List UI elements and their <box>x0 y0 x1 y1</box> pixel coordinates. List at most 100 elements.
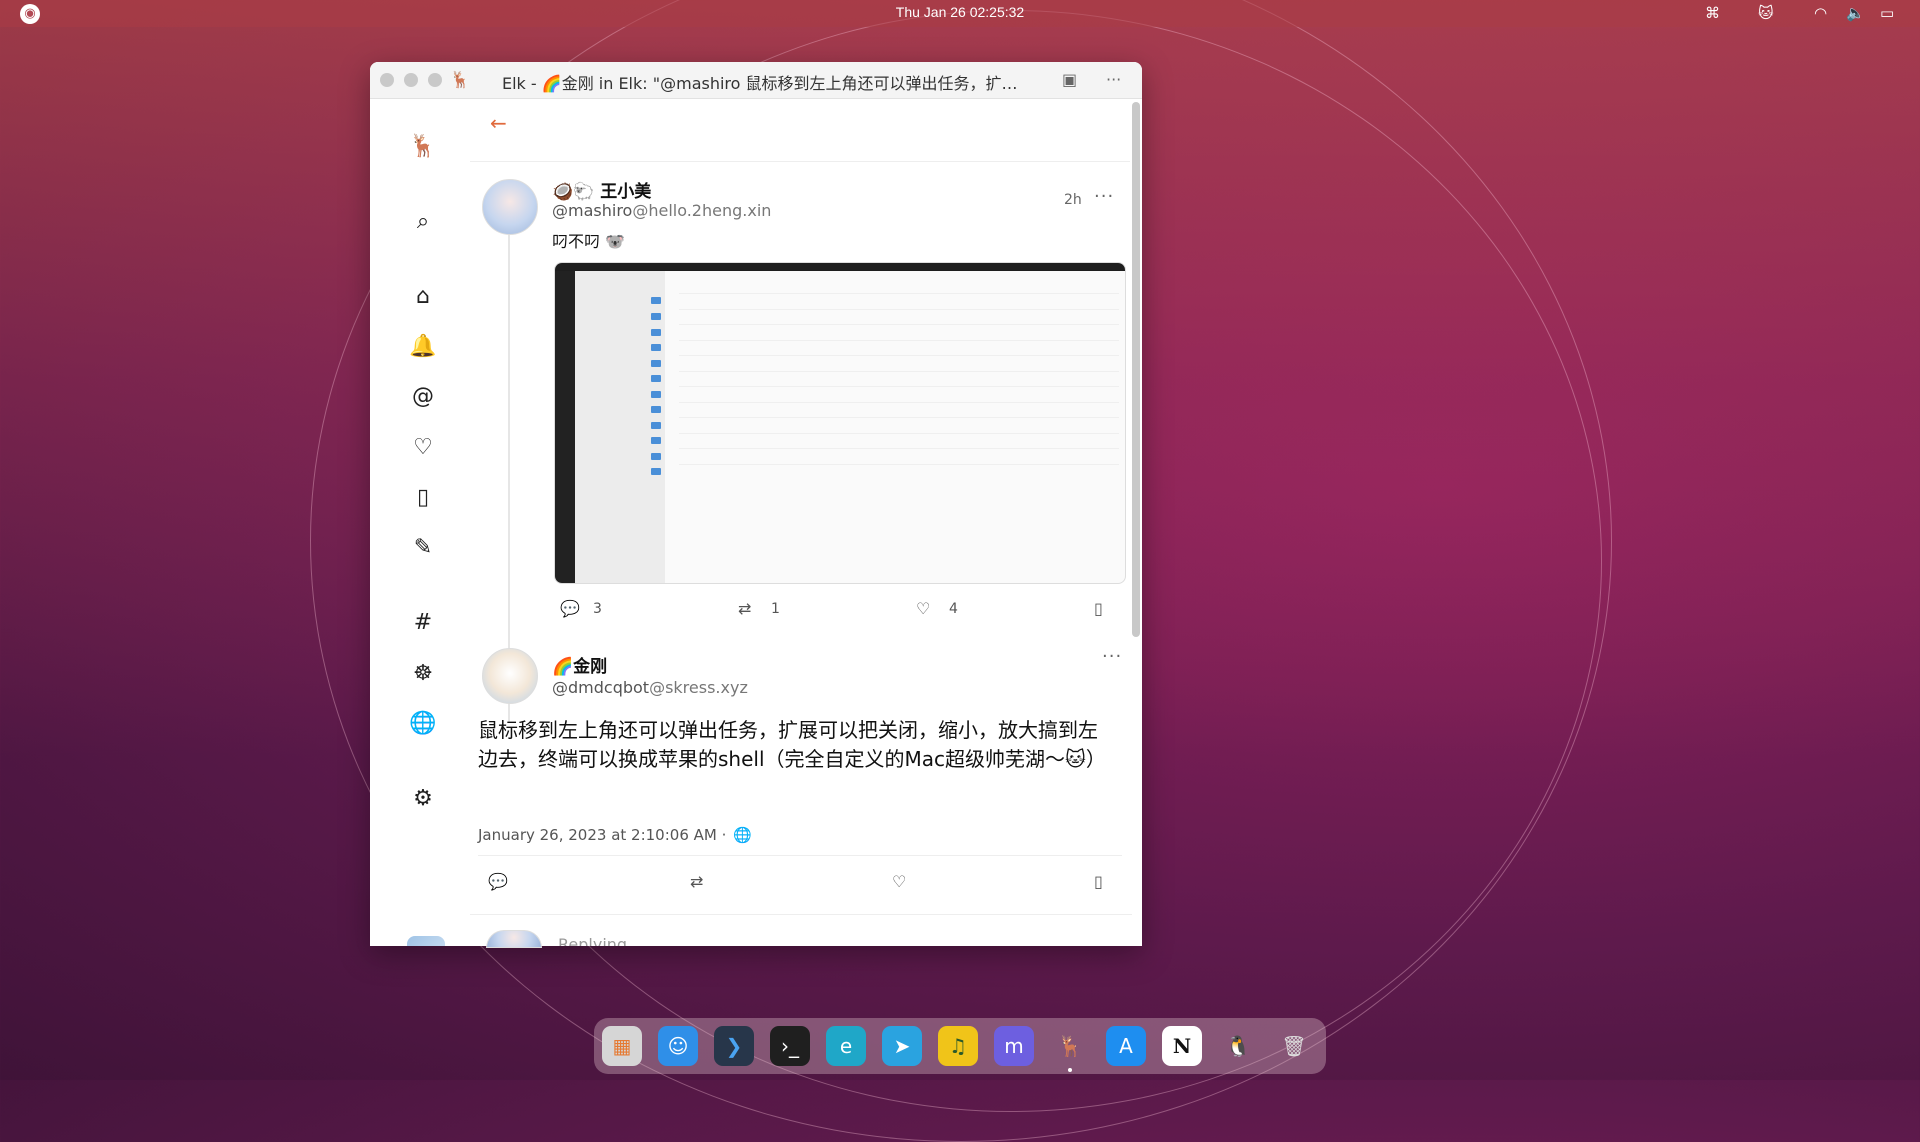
handle-user: @dmdcqbot <box>552 678 650 697</box>
music-icon[interactable]: ♫ <box>938 1026 978 1066</box>
app-grid-icon[interactable]: ▦ <box>602 1026 642 1066</box>
feather-icon[interactable]: ✎ <box>407 532 439 564</box>
post-date[interactable]: January 26, 2023 at 2:10:06 AM · 🌐 <box>478 826 752 844</box>
globe-icon[interactable]: 🌐 <box>407 708 439 740</box>
more-icon[interactable]: ··· <box>1102 646 1122 667</box>
dock: ▦ ☺ ❯ ›_ e ➤ ♫ m 🦌 A N 🐧 🗑 <box>594 1018 1326 1074</box>
wifi-icon[interactable]: ◠ <box>1814 4 1827 22</box>
folder-icon <box>651 344 661 351</box>
image-row <box>679 293 1119 294</box>
reply-count: 3 <box>593 601 602 617</box>
running-indicator <box>1068 1068 1072 1072</box>
close-button[interactable] <box>380 73 394 87</box>
post-author-handle[interactable]: @dmdcqbot@skress.xyz <box>552 678 748 697</box>
bookmark-icon[interactable]: ▯ <box>407 482 439 514</box>
back-arrow-icon[interactable]: ← <box>490 111 507 135</box>
image-dock <box>555 271 575 583</box>
vscode-icon[interactable]: ❯ <box>714 1026 754 1066</box>
image-row <box>679 309 1119 310</box>
image-row <box>679 371 1119 372</box>
scrollbar[interactable] <box>1132 102 1140 637</box>
image-row <box>679 340 1119 341</box>
elk-icon[interactable]: 🦌 <box>1050 1026 1090 1066</box>
top-bar: ◉ Thu Jan 26 02:25:32 ⌘ 🐱 ◠ 🔈 ▭ <box>0 0 1920 27</box>
folder-icon <box>651 313 661 320</box>
post-content: 鼠标移到左上角还可以弹出任务，扩展可以把关闭，缩小，放大搞到左边去，终端可以换成… <box>478 718 1106 771</box>
handle-server: @hello.2heng.xin <box>632 201 772 220</box>
post-content: 叼不叼 🐨 <box>552 232 626 251</box>
trash-icon[interactable]: 🗑 <box>1274 1026 1314 1066</box>
like-icon[interactable]: ♡ <box>892 872 906 891</box>
post-author-handle[interactable]: @mashiro@hello.2heng.xin <box>552 201 771 220</box>
folder-icon <box>651 468 661 475</box>
elk-logo-icon: 🦌 <box>450 70 470 89</box>
post-image[interactable] <box>554 262 1126 584</box>
qq-icon[interactable]: 🐧 <box>1218 1026 1258 1066</box>
post-time[interactable]: 2h <box>1064 192 1082 208</box>
avatar[interactable] <box>486 930 542 948</box>
back-row: ← <box>470 99 1130 162</box>
reply-icon[interactable]: 💬 <box>560 599 580 618</box>
thread-line <box>508 192 510 722</box>
globe-icon: 🌐 <box>733 826 752 844</box>
bell-icon[interactable]: 🔔 <box>407 331 439 363</box>
post-author-name[interactable]: 🥥🐑 王小美 <box>552 177 651 202</box>
bookmark-icon[interactable]: ▯ <box>1094 599 1103 618</box>
like-count: 4 <box>949 601 958 617</box>
boost-icon[interactable]: ⇄ <box>690 872 703 891</box>
at-icon[interactable]: @ <box>407 381 439 413</box>
maximize-button[interactable] <box>428 73 442 87</box>
edge-icon[interactable]: e <box>826 1026 866 1066</box>
image-row <box>679 417 1119 418</box>
post-author-name[interactable]: 🌈金刚 <box>552 652 607 677</box>
home-icon[interactable]: ⌂ <box>407 281 439 313</box>
like-icon[interactable]: ♡ <box>916 599 930 618</box>
notion-icon[interactable]: N <box>1162 1026 1202 1066</box>
reply-icon[interactable]: 💬 <box>488 872 508 891</box>
avatar[interactable] <box>482 179 538 235</box>
post-actions: 💬 ⇄ ♡ ▯ <box>488 872 1120 896</box>
elk-logo-icon[interactable]: 🦌 <box>407 131 439 163</box>
telegram-icon[interactable]: ➤ <box>882 1026 922 1066</box>
avatar[interactable] <box>482 648 538 704</box>
image-topbar <box>555 263 1125 271</box>
folder-icon <box>651 437 661 444</box>
cat-icon[interactable]: 🐱 <box>1758 4 1774 22</box>
bookmark-icon[interactable]: ▯ <box>1094 872 1103 891</box>
handle-server: @skress.xyz <box>649 678 748 697</box>
mastodon-icon[interactable]: m <box>994 1026 1034 1066</box>
heart-icon[interactable]: ♡ <box>407 432 439 464</box>
image-row <box>679 448 1119 449</box>
hashtag-icon[interactable]: # <box>407 607 439 639</box>
folder-icon <box>651 375 661 382</box>
battery-icon[interactable]: ▭ <box>1880 4 1894 22</box>
image-row <box>679 386 1119 387</box>
folder-icon <box>651 406 661 413</box>
boost-count: 1 <box>771 601 780 617</box>
terminal-icon[interactable]: ›_ <box>770 1026 810 1066</box>
menu-dots-icon[interactable]: ··· <box>1106 70 1121 89</box>
app-store-icon[interactable]: A <box>1106 1026 1146 1066</box>
reader-mode-icon[interactable]: ▣ <box>1062 70 1077 89</box>
clock[interactable]: Thu Jan 26 02:25:32 <box>0 4 1920 20</box>
title-bar[interactable]: 🦌 Elk - 🌈金刚 in Elk: "@mashiro 鼠标移到左上角还可以… <box>370 62 1142 99</box>
avatar[interactable] <box>407 936 445 946</box>
folder-icon <box>651 453 661 460</box>
volume-icon[interactable]: 🔈 <box>1846 4 1865 22</box>
folder-icon <box>651 297 661 304</box>
minimize-button[interactable] <box>404 73 418 87</box>
boost-icon[interactable]: ⇄ <box>738 599 751 618</box>
image-row <box>679 433 1119 434</box>
folder-icon <box>651 391 661 398</box>
search-icon[interactable]: ⌕ <box>407 206 439 238</box>
more-icon[interactable]: ··· <box>1094 186 1114 207</box>
image-row <box>679 355 1119 356</box>
settings-icon[interactable]: ⚙ <box>407 783 439 815</box>
finder-icon[interactable]: ☺ <box>658 1026 698 1066</box>
window-title: Elk - 🌈金刚 in Elk: "@mashiro 鼠标移到左上角还可以弹出… <box>502 74 1018 93</box>
command-icon[interactable]: ⌘ <box>1705 4 1720 22</box>
federated-icon[interactable]: ☸ <box>407 658 439 690</box>
post-date-text: January 26, 2023 at 2:10:06 AM · <box>478 826 727 844</box>
folder-icon <box>651 329 661 336</box>
image-row <box>679 324 1119 325</box>
